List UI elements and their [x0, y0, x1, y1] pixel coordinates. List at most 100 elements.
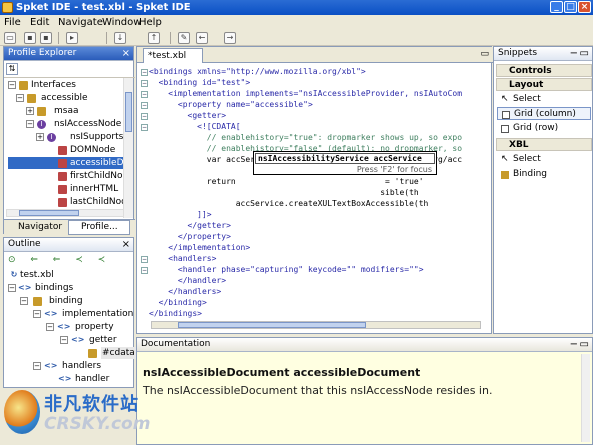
outline-toolbar-icons[interactable]: ⊙ ⇐ ⇐ ≺ ≺ [8, 255, 111, 265]
snippet-grid-column[interactable]: Grid (column) [497, 107, 591, 120]
fold-toggle-icon[interactable]: − [141, 102, 148, 109]
code-line[interactable]: </handlers> [149, 287, 221, 297]
menu-help[interactable]: Help [139, 17, 162, 28]
tab-test-xbl[interactable]: *test.xbl [143, 48, 203, 63]
snippet-xbl-binding[interactable]: Binding [497, 168, 591, 181]
xml-tag-icon: <> [57, 322, 71, 331]
profile-explorer-title: Profile Explorer × [4, 47, 133, 61]
fold-toggle-icon[interactable]: − [141, 113, 148, 120]
profile-explorer-panel: Profile Explorer × ⇅ − Interfaces − accessi… [3, 46, 135, 235]
maximize-icon[interactable]: ▭ [580, 339, 589, 350]
horizontal-scrollbar[interactable] [6, 209, 124, 217]
code-line[interactable]: </handler> [149, 276, 226, 286]
snippet-group-xbl[interactable]: XBL [496, 138, 592, 151]
new-file-icon[interactable]: ▭ [4, 32, 16, 44]
interface-icon: I [37, 120, 46, 129]
tree-item-accessibledocument[interactable]: accessibleDo [8, 157, 129, 169]
code-line[interactable]: <handler phase="capturing" keycode="" mo… [149, 265, 424, 275]
code-line[interactable]: <getter> [149, 111, 227, 121]
code-line[interactable]: <property name="accessible"> [149, 100, 313, 110]
code-line[interactable]: // enablehistory="true": dropmarker show… [149, 133, 462, 143]
grid-icon [501, 125, 509, 133]
code-line[interactable]: sible(th [149, 188, 419, 198]
fold-toggle-icon[interactable]: − [141, 267, 148, 274]
save-all-icon[interactable]: ▪ [40, 32, 52, 44]
menu-navigate[interactable]: Navigate [58, 17, 103, 28]
doc-heading: nsIAccessibleDocument accessibleDocument [143, 366, 421, 379]
interface-icon: I [47, 133, 56, 142]
snippet-layout-select[interactable]: ↖ Select [497, 93, 591, 106]
fold-toggle-icon[interactable]: − [141, 256, 148, 263]
code-line[interactable]: </getter> [149, 221, 231, 231]
content-assist-popup[interactable]: nsIAccessibilityService accService Press… [253, 151, 437, 175]
last-edit-icon[interactable]: ✎ [178, 32, 190, 44]
back-icon[interactable]: ← [196, 32, 208, 44]
documentation-panel: Documentation − ▭ nsIAccessibleDocument ac… [136, 337, 593, 445]
fold-toggle-icon[interactable]: − [141, 124, 148, 131]
cdata-icon [88, 349, 97, 358]
maximize-icon[interactable]: ▭ [580, 48, 589, 59]
folder-icon [19, 81, 28, 90]
xml-tag-icon: <> [44, 309, 58, 318]
editor-tab-strip: *test.xbl ▭ [137, 47, 493, 63]
code-line[interactable]: <binding id="test"> [149, 78, 251, 88]
menu-window[interactable]: Window [102, 17, 141, 28]
tab-navigator[interactable]: Navigator [6, 221, 66, 234]
code-line[interactable]: <implementation implements="nsIAccessibl… [149, 89, 462, 99]
vertical-scrollbar[interactable] [123, 78, 133, 218]
save-icon[interactable]: ▪ [24, 32, 36, 44]
code-line[interactable]: </property> [149, 232, 231, 242]
snippet-grid-row[interactable]: Grid (row) [497, 122, 591, 135]
code-line[interactable]: </binding> [149, 298, 207, 308]
editor-horizontal-scrollbar[interactable] [151, 321, 481, 329]
menu-file[interactable]: File [4, 17, 21, 28]
fold-toggle-icon[interactable]: − [141, 91, 148, 98]
outline-title: Outline × [4, 238, 133, 252]
prev-annotation-icon[interactable]: ↑ [148, 32, 160, 44]
code-line[interactable]: <![CDATA[ [149, 122, 240, 132]
code-line[interactable]: accService.createXULTextBoxAccessible(th [149, 199, 429, 209]
field-icon [58, 172, 67, 181]
snippet-group-controls[interactable]: Controls [496, 64, 592, 77]
xml-tag-icon: <> [71, 335, 85, 344]
file-icon: ↻ [8, 270, 20, 279]
fold-toggle-icon[interactable]: − [141, 80, 148, 87]
minimize-button[interactable]: _ [550, 1, 563, 13]
xml-tag-icon: <> [58, 374, 72, 383]
code-line[interactable]: <bindings xmlns="http://www.mozilla.org/… [149, 67, 366, 77]
link-editor-icon[interactable]: ⇅ [6, 63, 18, 75]
package-icon [37, 107, 46, 116]
close-icon[interactable]: × [122, 239, 130, 250]
forward-icon[interactable]: → [224, 32, 236, 44]
snippet-xbl-select[interactable]: ↖ Select [497, 153, 591, 166]
menu-edit[interactable]: Edit [30, 17, 49, 28]
doc-scrollbar[interactable] [581, 354, 590, 442]
minimize-icon[interactable]: − [570, 48, 578, 59]
code-editor[interactable]: *test.xbl ▭ <bindings xmlns="http://www.… [136, 46, 493, 334]
binding-icon [33, 297, 42, 306]
field-icon [58, 185, 67, 194]
tab-profile-explorer[interactable]: Profile... [68, 220, 130, 235]
maximize-button[interactable]: □ [564, 1, 577, 13]
content-assist-selected[interactable]: nsIAccessibilityService accService [255, 153, 435, 164]
grid-icon [502, 111, 510, 119]
documentation-title: Documentation − ▭ [137, 338, 592, 352]
close-icon[interactable]: × [122, 48, 130, 59]
field-icon [58, 146, 67, 155]
code-line[interactable]: ]]> [149, 210, 211, 220]
field-icon [58, 198, 67, 207]
window-title: Spket IDE - test.xbl - Spket IDE [16, 2, 191, 13]
code-line[interactable]: <handlers> [149, 254, 216, 264]
fold-toggle-icon[interactable]: − [141, 69, 148, 76]
code-line[interactable]: </implementation> [149, 243, 250, 253]
title-bar: Spket IDE - test.xbl - Spket IDE _ □ × [0, 0, 593, 15]
maximize-icon[interactable]: ▭ [480, 49, 489, 59]
open-type-icon[interactable]: ▸ [66, 32, 78, 44]
snippet-group-layout[interactable]: Layout [496, 78, 592, 91]
next-annotation-icon[interactable]: ↓ [114, 32, 126, 44]
code-line[interactable]: </bindings> [149, 309, 202, 319]
minimize-icon[interactable]: − [570, 339, 578, 350]
close-button[interactable]: × [578, 1, 591, 13]
outline-panel: Outline × ⊙ ⇐ ⇐ ≺ ≺ ↻ test.xbl − <> bindings… [3, 237, 136, 388]
code-line[interactable]: return = 'true' [149, 177, 424, 187]
